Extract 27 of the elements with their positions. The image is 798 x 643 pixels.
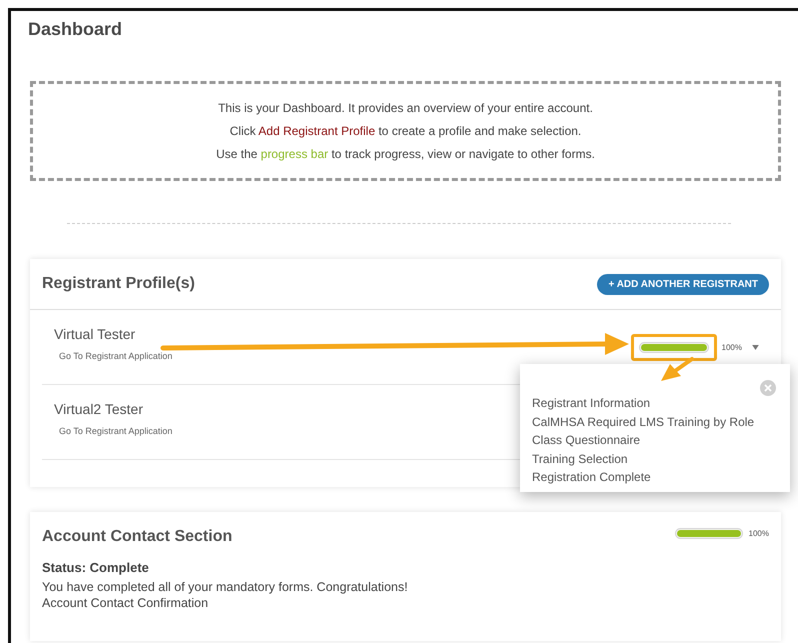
- close-icon[interactable]: [760, 380, 776, 396]
- application-link[interactable]: Go To Registrant Application: [59, 351, 172, 361]
- info-text: Click Add Registrant Profile to create a profile and make selection.: [230, 123, 582, 140]
- card-title: Account Contact Section: [42, 528, 232, 546]
- progress-reading: 100%: [748, 529, 769, 538]
- confirmation-link[interactable]: Account Contact Confirmation: [42, 595, 769, 611]
- page-title: Dashboard: [28, 18, 124, 41]
- add-profile-link[interactable]: Add Registrant Profile: [258, 124, 376, 138]
- form-menu-item[interactable]: Class Questionnaire: [532, 431, 780, 450]
- form-menu-item[interactable]: Registrant Information: [532, 394, 780, 413]
- card-title: Registrant Profile(s): [42, 275, 195, 293]
- completion-message: You have completed all of your mandatory forms. Congratulations!: [42, 579, 409, 595]
- status-text: Status: Complete: [42, 560, 150, 575]
- highlighted-term: progress bar: [260, 147, 328, 161]
- form-menu-item[interactable]: Training Selection: [532, 450, 780, 468]
- info-text: Use the progress bar to track progress, view or navigate to other forms.: [216, 146, 595, 163]
- progress-reading: 100%: [722, 342, 742, 352]
- progress-bar[interactable]: [674, 528, 743, 539]
- add-registrant-button[interactable]: + ADD ANOTHER REGISTRANT: [597, 274, 769, 294]
- application-link[interactable]: Go To Registrant Application: [59, 426, 172, 436]
- info-text: This is your Dashboard. It provides an overview of your entire account.: [218, 100, 593, 117]
- form-menu-item[interactable]: Registration Complete: [532, 468, 780, 487]
- progress-bar[interactable]: [638, 342, 709, 352]
- registrant-name: Virtual2 Tester: [54, 401, 144, 417]
- registrant-name: Virtual Tester: [54, 326, 136, 342]
- form-menu-item[interactable]: CalMHSA Required LMS Training by Role: [532, 412, 780, 432]
- caret-icon[interactable]: [752, 344, 759, 350]
